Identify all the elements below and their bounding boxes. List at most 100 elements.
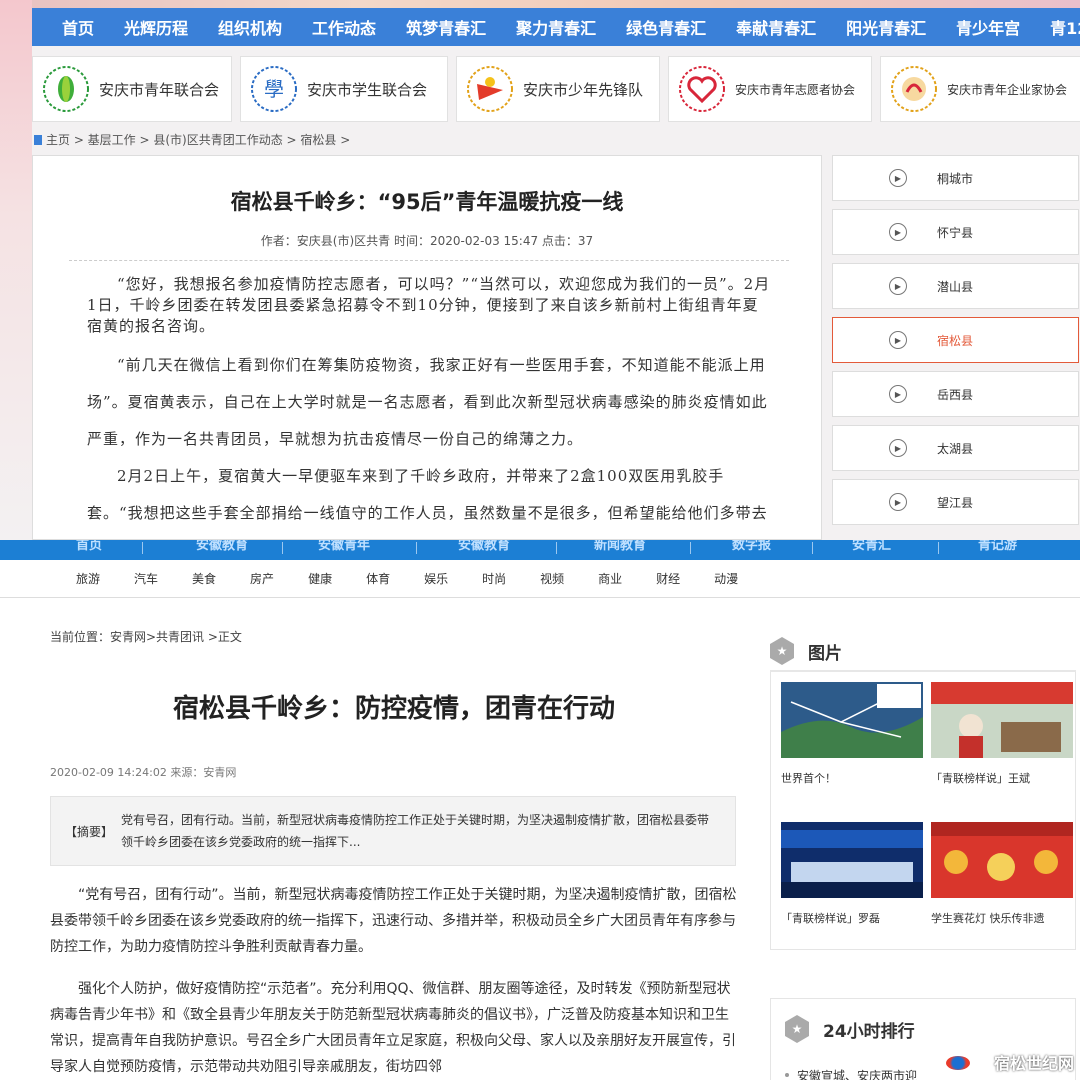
nav-separator xyxy=(812,542,813,554)
organization-links: 安庆市青年联合会 學 安庆市学生联合会 安庆市少年先锋队 安庆市青年志愿者协会 … xyxy=(32,56,1080,122)
county-name: 太湖县 xyxy=(937,441,974,456)
picture-card[interactable]: 世界首个！ xyxy=(781,682,923,786)
top-main-nav: 首页 光辉历程 组织机构 工作动态 筑梦青春汇 聚力青春汇 绿色青春汇 奉献青春… xyxy=(32,8,1080,46)
young-pioneers-logo-icon xyxy=(465,64,515,114)
county-item[interactable]: ▶ 太湖县 xyxy=(832,425,1079,471)
org-name: 安庆市青年联合会 xyxy=(99,80,220,99)
breadcrumb[interactable]: 当前位置：安青网>共青团讯 >正文 xyxy=(50,628,242,645)
subnav-item[interactable]: 视频 xyxy=(540,570,564,587)
county-name: 怀宁县 xyxy=(937,225,974,240)
article-body: “党有号召，团有行动”。当前，新型冠状病毒疫情防控工作正处于关键时期，为坚决遏制… xyxy=(50,882,738,1080)
nav-youth-palace[interactable]: 青少年宫 xyxy=(926,15,1020,39)
pictures-title: 图片 xyxy=(808,643,842,664)
breadcrumb-marker-icon xyxy=(34,134,42,145)
org-name: 安庆市青年企业家协会 xyxy=(947,82,1068,97)
volunteer-heart-logo-icon xyxy=(677,64,727,114)
picture-caption: 学生赛花灯 快乐传非遗 xyxy=(931,912,1045,925)
nav-separator xyxy=(690,542,691,554)
subnav-item[interactable]: 体育 xyxy=(366,570,390,587)
subnav-item[interactable]: 汽车 xyxy=(134,570,158,587)
county-item[interactable]: ▶ 望江县 xyxy=(832,479,1079,525)
nav-hotline[interactable]: 青12355 xyxy=(1020,15,1080,39)
picture-caption: 「青联榜样说」罗磊 xyxy=(781,912,880,925)
play-arrow-icon: ▶ xyxy=(889,223,907,241)
county-name: 潜山县 xyxy=(937,279,974,294)
star-badge-icon: ★ xyxy=(770,637,794,665)
org-volunteer-association[interactable]: 安庆市青年志愿者协会 xyxy=(668,56,872,122)
left-decoration xyxy=(0,0,32,540)
bnav-item[interactable]: 安徽教育 xyxy=(196,540,248,553)
county-item-active[interactable]: ▶ 宿松县 xyxy=(832,317,1079,363)
bullet-icon xyxy=(785,1073,789,1077)
article-paragraph: “您好，我想报名参加疫情防控志愿者，可以吗？”“当然可以，欢迎您成为我们的一员”… xyxy=(87,275,771,335)
nav-gather[interactable]: 聚力青春汇 xyxy=(486,15,596,39)
article-paragraph: “党有号召，团有行动”。当前，新型冠状病毒疫情防控工作正处于关键时期，为坚决遏制… xyxy=(50,887,737,955)
abstract-label: 【摘要】 xyxy=(64,824,113,839)
org-youth-federation[interactable]: 安庆市青年联合会 xyxy=(32,56,232,122)
subnav-item[interactable]: 房产 xyxy=(250,570,274,587)
picture-card[interactable]: 学生赛花灯 快乐传非遗 xyxy=(931,822,1073,926)
nav-sunshine[interactable]: 阳光青春汇 xyxy=(816,15,926,39)
subnav-item[interactable]: 娱乐 xyxy=(424,570,448,587)
entrepreneur-logo-icon xyxy=(889,64,939,114)
subnav-item[interactable]: 时尚 xyxy=(482,570,506,587)
student-federation-logo-icon: 學 xyxy=(249,64,299,114)
subnav-item[interactable]: 健康 xyxy=(308,570,332,587)
subnav-item[interactable]: 美食 xyxy=(192,570,216,587)
picture-card[interactable]: 「青联榜样说」罗磊 xyxy=(781,822,923,926)
org-name: 安庆市少年先锋队 xyxy=(523,80,644,99)
bnav-item[interactable]: 青记游 xyxy=(978,540,1017,553)
watermark-logo-icon xyxy=(946,1056,970,1070)
map-network-thumbnail xyxy=(781,682,923,758)
bnav-item[interactable]: 安青汇 xyxy=(852,540,891,553)
nav-work-news[interactable]: 工作动态 xyxy=(282,15,376,39)
nav-history[interactable]: 光辉历程 xyxy=(94,15,188,39)
subnav-item[interactable]: 商业 xyxy=(598,570,622,587)
subnav-item[interactable]: 动漫 xyxy=(714,570,738,587)
subnav-item[interactable]: 旅游 xyxy=(76,570,100,587)
bnav-item[interactable]: 安徽教育 xyxy=(458,540,510,553)
lantern-festival-thumbnail xyxy=(931,822,1073,898)
play-arrow-icon: ▶ xyxy=(889,331,907,349)
article-divider xyxy=(69,260,789,261)
pictures-header: ★ 图片 xyxy=(770,632,1076,672)
org-name: 安庆市青年志愿者协会 xyxy=(735,82,856,97)
county-item[interactable]: ▶ 岳西县 xyxy=(832,371,1079,417)
nav-separator xyxy=(938,542,939,554)
article-panel: 宿松县千岭乡：“95后”青年温暖抗疫一线 作者：安庆县(市)区共青 时间：202… xyxy=(32,155,822,540)
top-screenshot: 首页 光辉历程 组织机构 工作动态 筑梦青春汇 聚力青春汇 绿色青春汇 奉献青春… xyxy=(0,0,1080,540)
article-abstract: 【摘要】 党有号召，团有行动。当前，新型冠状病毒疫情防控工作正处于关键时期，为坚… xyxy=(50,796,736,866)
sidebar-pictures: ★ 图片 世界首个！ 「青联榜样说」王斌 「青联榜样说」罗磊 学生赛花灯 快乐传… xyxy=(770,632,1076,950)
county-item[interactable]: ▶ 潜山县 xyxy=(832,263,1079,309)
bnav-item[interactable]: 安徽青年 xyxy=(318,540,370,553)
org-name: 安庆市学生联合会 xyxy=(307,80,428,99)
nav-green[interactable]: 绿色青春汇 xyxy=(596,15,706,39)
nav-dream[interactable]: 筑梦青春汇 xyxy=(376,15,486,39)
bottom-main-nav: 首页 安徽教育 安徽青年 安徽教育 新闻教育 数字报 安青汇 青记游 xyxy=(0,540,1080,560)
nav-devotion[interactable]: 奉献青春汇 xyxy=(706,15,816,39)
subnav-item[interactable]: 财经 xyxy=(656,570,680,587)
ranking-item[interactable]: 安徽宣城、安庆两市迎 xyxy=(797,1067,917,1080)
watermark: 宿松世纪网 xyxy=(993,1054,1074,1073)
picture-card[interactable]: 「青联榜样说」王斌 xyxy=(931,682,1073,786)
bnav-home[interactable]: 首页 xyxy=(76,540,102,553)
bnav-item[interactable]: 数字报 xyxy=(732,540,771,553)
org-entrepreneur-association[interactable]: 安庆市青年企业家协会 xyxy=(880,56,1080,122)
county-item[interactable]: ▶ 怀宁县 xyxy=(832,209,1079,255)
article-paragraph: 强化个人防护，做好疫情防控“示范者”。充分利用QQ、微信群、朋友圈等途径，及时转… xyxy=(50,981,736,1075)
breadcrumb-text[interactable]: 主页 > 基层工作 > 县(市)区共青团工作动态 > 宿松县 > xyxy=(46,131,350,148)
county-name: 望江县 xyxy=(937,495,974,510)
nav-home[interactable]: 首页 xyxy=(32,15,94,39)
article-body: “您好，我想报名参加疫情防控志愿者，可以吗？”“当然可以，欢迎您成为我们的一员”… xyxy=(87,274,771,540)
nav-organization[interactable]: 组织机构 xyxy=(188,15,282,39)
county-item[interactable]: ▶ 桐城市 xyxy=(832,155,1079,201)
youth-federation-logo-icon xyxy=(41,64,91,114)
picture-caption: 世界首个！ xyxy=(781,772,836,785)
picture-caption: 「青联榜样说」王斌 xyxy=(931,772,1030,785)
bnav-item[interactable]: 新闻教育 xyxy=(594,540,646,553)
bottom-screenshot: 首页 安徽教育 安徽青年 安徽教育 新闻教育 数字报 安青汇 青记游 旅游 汽车… xyxy=(0,540,1080,1080)
org-young-pioneers[interactable]: 安庆市少年先锋队 xyxy=(456,56,660,122)
nav-separator xyxy=(282,542,283,554)
org-student-federation[interactable]: 學 安庆市学生联合会 xyxy=(240,56,448,122)
play-arrow-icon: ▶ xyxy=(889,169,907,187)
